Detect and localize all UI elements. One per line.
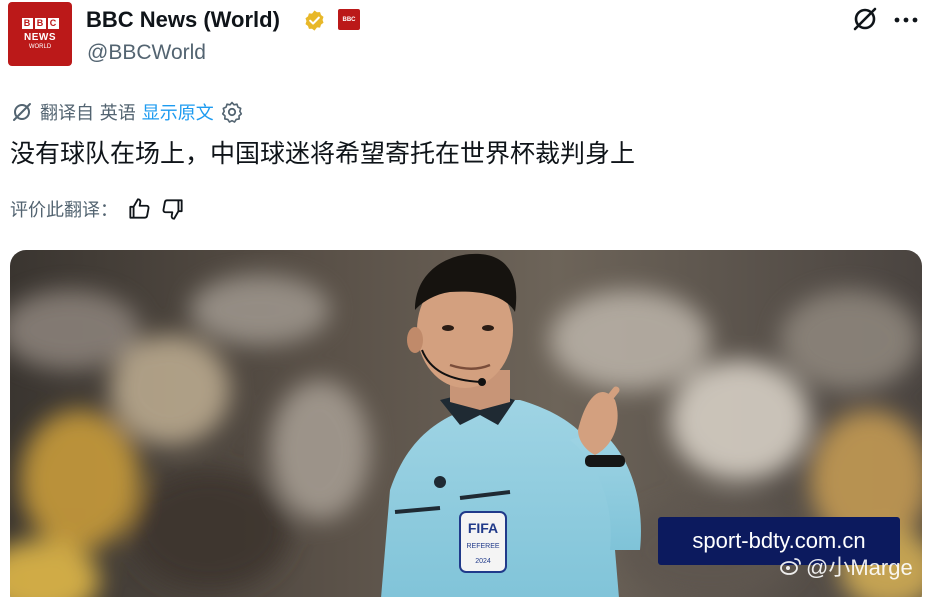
bbc-logo: B B C (21, 18, 59, 29)
avatar[interactable]: B B C NEWS WORLD (8, 2, 72, 66)
show-original-link[interactable]: 显示原文 (142, 99, 214, 125)
affiliate-badge[interactable]: BBC (338, 9, 360, 30)
jersey-badge-brand: FIFA (468, 520, 498, 536)
rate-translation-label: 评价此翻译： (10, 200, 118, 221)
translate-icon (13, 103, 31, 121)
bbc-logo-block: B (34, 18, 46, 29)
tweet-text: 没有球队在场上，中国球迷将希望寄托在世界杯裁判身上 (10, 139, 636, 168)
thumbs-down-icon[interactable] (160, 196, 186, 222)
verified-badge-icon[interactable] (303, 9, 326, 32)
user-watermark: @小Marge (780, 552, 913, 580)
avatar-news-text: NEWS (24, 32, 56, 43)
jersey-badge-year: 2024 (475, 558, 491, 565)
user-watermark-text: @小Marge (806, 555, 913, 580)
jersey-badge-sub: REFEREE (466, 543, 499, 550)
more-dots-icon[interactable] (892, 8, 920, 32)
grok-icon[interactable] (850, 4, 880, 34)
translated-from-label: 翻译自 英语 (40, 103, 136, 124)
account-handle[interactable]: @BBCWorld (87, 40, 206, 66)
avatar-world-text: WORLD (28, 44, 52, 50)
gear-icon[interactable] (220, 100, 244, 124)
rate-translation: 评价此翻译： (10, 196, 186, 222)
translation-info: 翻译自 英语 显示原文 (10, 99, 244, 125)
display-name[interactable]: BBC News (World) (86, 6, 280, 34)
thumbs-up-icon[interactable] (126, 196, 152, 222)
weibo-icon (780, 558, 801, 575)
bbc-logo-block: C (47, 18, 59, 29)
bbc-logo-block: B (21, 18, 33, 29)
